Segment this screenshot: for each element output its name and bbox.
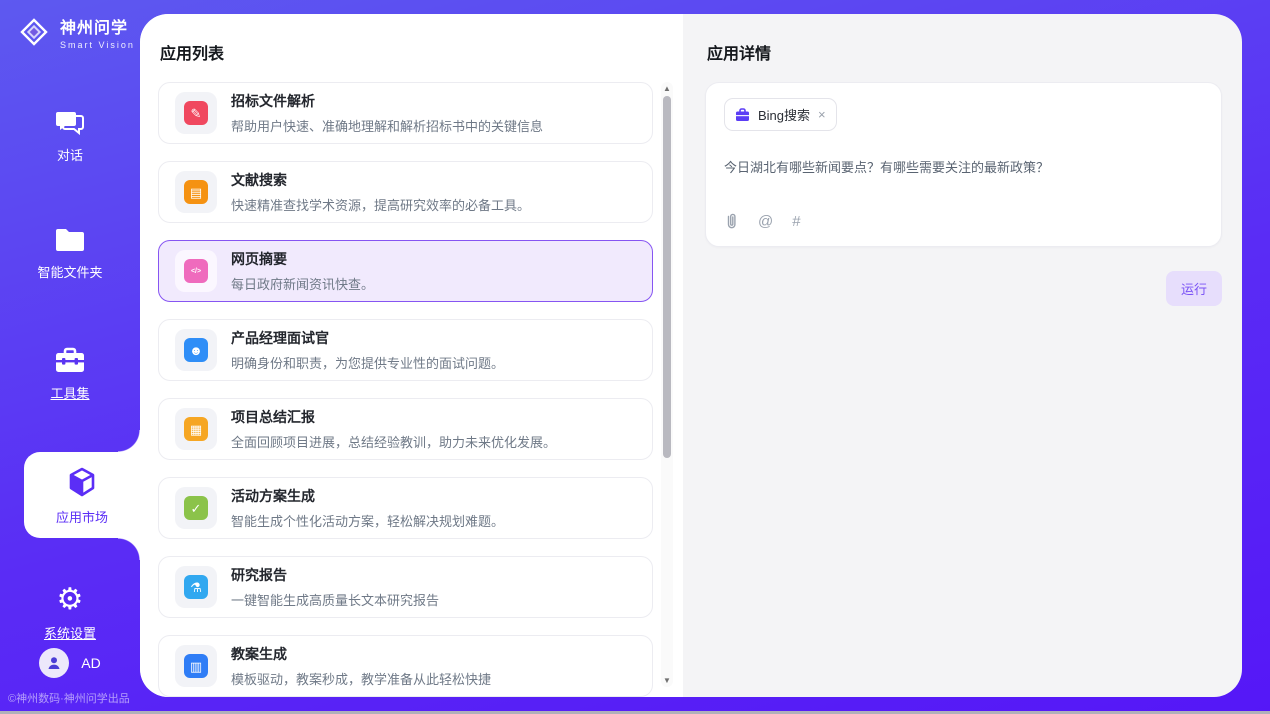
app-card-research-report[interactable]: ⚗ 研究报告 一键智能生成高质量长文本研究报告	[158, 556, 653, 618]
app-card-lesson-plan[interactable]: ▥ 教案生成 模板驱动，教案秒成，教学准备从此轻松快捷	[158, 635, 653, 697]
sidebar-item-chat[interactable]: 对话	[0, 108, 140, 164]
brand-logo: 神州问学 Smart Vision	[0, 0, 140, 50]
avatar	[39, 648, 69, 678]
app-desc: 每日政府新闻资讯快查。	[231, 274, 374, 293]
prompt-text[interactable]: 今日湖北有哪些新闻要点？有哪些需要关注的最新政策？	[724, 157, 1203, 176]
activity-plan-icon: ✓	[175, 487, 217, 529]
app-desc: 一键智能生成高质量长文本研究报告	[231, 590, 439, 609]
bid-doc-edit-icon: ✎	[175, 92, 217, 134]
app-name: 网页摘要	[231, 249, 374, 269]
app-card-literature-search[interactable]: ▤ 文献搜索 快速精准查找学术资源，提高研究效率的必备工具。	[158, 161, 653, 223]
sidebar-item-settings[interactable]: ⚙ 系统设置	[0, 586, 140, 642]
app-name: 活动方案生成	[231, 486, 504, 506]
app-card-pm-interviewer[interactable]: ☻ 产品经理面试官 明确身份和职责，为您提供专业性的面试问题。	[158, 319, 653, 381]
attachment-toolbar: @ #	[724, 212, 1203, 234]
app-name: 项目总结汇报	[231, 407, 556, 427]
briefcase-icon	[735, 108, 750, 122]
scroll-down-icon[interactable]: ▼	[661, 676, 673, 685]
interviewer-person-icon: ☻	[175, 329, 217, 371]
sidebar-item-label: 应用市场	[56, 507, 108, 526]
app-desc: 明确身份和职责，为您提供专业性的面试问题。	[231, 353, 504, 372]
scroll-up-icon[interactable]: ▲	[661, 84, 673, 93]
app-card-project-summary[interactable]: ▦ 项目总结汇报 全面回顾项目进展，总结经验教训，助力未来优化发展。	[158, 398, 653, 460]
app-list-panel: 应用列表 ✎ 招标文件解析 帮助用户快速、准确地理解和解析招标书中的关键信息 ▤…	[140, 14, 683, 697]
sidebar-nav: 对话 智能文件夹 工具集	[0, 100, 140, 642]
cube-icon	[66, 466, 98, 498]
list-scrollbar[interactable]: ▲ ▼	[661, 82, 673, 687]
app-window: 神州问学 Smart Vision 对话 智能文件夹	[0, 0, 1270, 714]
app-desc: 智能生成个性化活动方案，轻松解决规划难题。	[231, 511, 504, 530]
sidebar-item-app-market[interactable]: 应用市场	[24, 452, 140, 538]
folder-icon	[54, 227, 86, 253]
research-report-icon: ⚗	[175, 566, 217, 608]
sidebar-item-toolbox[interactable]: 工具集	[0, 347, 140, 402]
tool-tag-bing-search[interactable]: Bing搜索 ×	[724, 98, 837, 131]
app-detail-title: 应用详情	[707, 40, 1222, 64]
app-desc: 全面回顾项目进展，总结经验教训，助力未来优化发展。	[231, 432, 556, 451]
app-desc: 帮助用户快速、准确地理解和解析招标书中的关键信息	[231, 116, 543, 135]
toolbox-icon	[54, 347, 86, 374]
topic-icon[interactable]: #	[792, 213, 800, 230]
app-name: 研究报告	[231, 565, 439, 585]
prompt-card: Bing搜索 × 今日湖北有哪些新闻要点？有哪些需要关注的最新政策？ @ #	[705, 82, 1222, 247]
sidebar-item-label: 系统设置	[44, 623, 96, 642]
sidebar-item-label: 智能文件夹	[37, 262, 102, 281]
user-initials: AD	[81, 655, 100, 671]
sidebar-item-smart-folder[interactable]: 智能文件夹	[0, 227, 140, 281]
close-icon[interactable]: ×	[818, 108, 826, 121]
main-content: 应用列表 ✎ 招标文件解析 帮助用户快速、准确地理解和解析招标书中的关键信息 ▤…	[140, 14, 1242, 697]
gear-icon: ⚙	[57, 586, 84, 614]
tool-tag-label: Bing搜索	[758, 105, 810, 124]
app-name: 产品经理面试官	[231, 328, 504, 348]
brand-subtitle: Smart Vision	[60, 40, 135, 50]
app-card-bid-parse[interactable]: ✎ 招标文件解析 帮助用户快速、准确地理解和解析招标书中的关键信息	[158, 82, 653, 144]
app-desc: 模板驱动，教案秒成，教学准备从此轻松快捷	[231, 669, 491, 688]
diamond-logo-icon	[16, 14, 52, 50]
run-button[interactable]: 运行	[1166, 271, 1222, 306]
copyright-text: ©神州数码·神州问学出品	[8, 690, 130, 706]
app-list-title: 应用列表	[160, 40, 675, 64]
app-name: 教案生成	[231, 644, 491, 664]
app-card-web-summary[interactable]: </> 网页摘要 每日政府新闻资讯快查。	[158, 240, 653, 302]
sidebar-item-label: 工具集	[50, 383, 89, 402]
person-icon	[46, 655, 62, 671]
paperclip-icon[interactable]	[724, 212, 739, 230]
project-report-icon: ▦	[175, 408, 217, 450]
app-list: ✎ 招标文件解析 帮助用户快速、准确地理解和解析招标书中的关键信息 ▤ 文献搜索…	[158, 82, 675, 697]
sidebar: 神州问学 Smart Vision 对话 智能文件夹	[0, 0, 140, 714]
app-desc: 快速精准查找学术资源，提高研究效率的必备工具。	[231, 195, 530, 214]
lesson-plan-icon: ▥	[175, 645, 217, 687]
app-card-activity-plan[interactable]: ✓ 活动方案生成 智能生成个性化活动方案，轻松解决规划难题。	[158, 477, 653, 539]
scrollbar-thumb[interactable]	[663, 96, 671, 458]
web-summary-icon: </>	[175, 250, 217, 292]
app-name: 招标文件解析	[231, 91, 543, 111]
mention-icon[interactable]: @	[758, 213, 773, 230]
chat-icon	[55, 108, 85, 136]
brand-name: 神州问学	[60, 14, 135, 38]
sidebar-item-label: 对话	[57, 145, 83, 164]
user-account[interactable]: AD	[0, 648, 140, 678]
app-name: 文献搜索	[231, 170, 530, 190]
literature-book-icon: ▤	[175, 171, 217, 213]
app-detail-panel: 应用详情 Bing搜索 × 今日湖北有哪些新闻要点？有哪些需要关注的最新政策？	[683, 14, 1242, 697]
